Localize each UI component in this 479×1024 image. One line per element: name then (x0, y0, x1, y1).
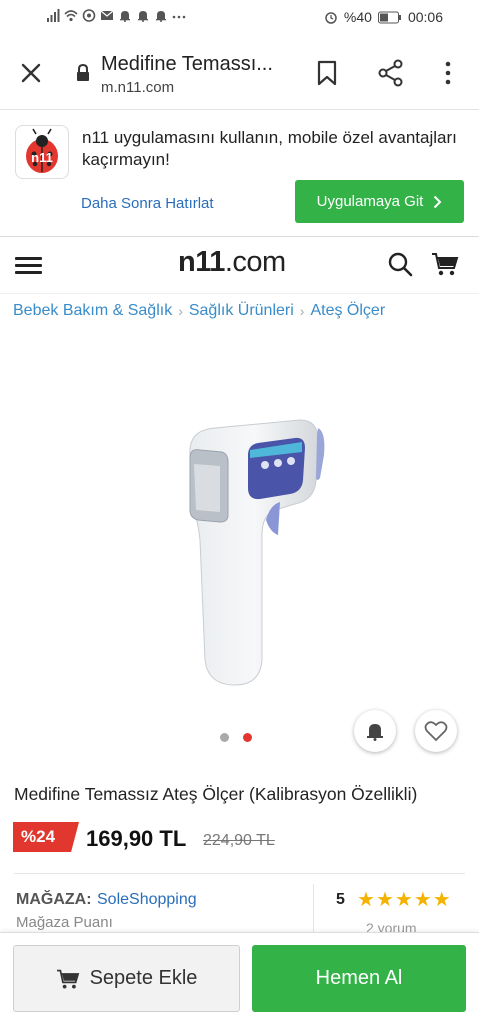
pagination-dot-active[interactable] (243, 733, 252, 742)
notification-bell-icon (138, 11, 148, 22)
more-dots-icon (172, 15, 186, 19)
bookmark-icon[interactable] (315, 60, 339, 86)
bell-icon (367, 724, 383, 741)
store-score-label: Mağaza Puanı (16, 914, 113, 931)
alarm-icon (325, 11, 337, 24)
chevron-right-icon (434, 195, 442, 208)
more-vertical-icon[interactable] (440, 59, 456, 87)
price: 169,90 TL (86, 826, 187, 851)
goto-app-label: Uygulamaya Git (316, 193, 424, 210)
cart-icon[interactable] (431, 251, 459, 277)
hamburger-icon[interactable] (15, 257, 42, 275)
site-header: n11.com (0, 238, 479, 294)
price-alarm-button[interactable] (354, 710, 396, 752)
svg-text:n11: n11 (31, 150, 53, 165)
pagination-dot[interactable] (220, 733, 229, 742)
product-title: Medifine Temassız Ateş Ölçer (Kalibrasyo… (14, 784, 418, 804)
banner-message: n11 uygulamasını kullanın, mobile özel a… (82, 128, 457, 169)
breadcrumb-item[interactable]: Bebek Bakım & Sağlık (13, 302, 172, 320)
lock-icon (77, 64, 89, 81)
store-name-link[interactable]: SoleShopping (97, 891, 197, 909)
divider (14, 873, 465, 874)
add-to-cart-button[interactable]: Sepete Ekle (13, 945, 240, 1012)
signal-icon (47, 9, 60, 22)
app-install-banner: n11 n11 uygulamasını kullanın, mobile öz… (0, 111, 479, 237)
product-image[interactable] (170, 400, 330, 700)
whatsapp-icon (82, 9, 96, 22)
favorite-button[interactable] (415, 710, 457, 752)
n11-app-logo: n11 (15, 125, 69, 179)
rating-stars[interactable]: ★ ★ ★ ★ ★ (357, 890, 451, 910)
remind-later-link[interactable]: Daha Sonra Hatırlat (81, 195, 214, 212)
store-label: MAĞAZA: (16, 891, 92, 908)
battery-icon (377, 11, 401, 23)
old-price: 224,90 TL (203, 832, 275, 849)
status-bar: %40 00:06 (0, 0, 479, 36)
goto-app-button[interactable]: Uygulamaya Git (295, 180, 464, 223)
url-domain[interactable]: m.n11.com (101, 79, 174, 96)
star-icon: ★ (357, 889, 375, 911)
mail-icon (100, 10, 114, 20)
buy-now-label: Hemen Al (315, 967, 403, 989)
discount-badge: %24 (13, 822, 79, 852)
wifi-icon (64, 10, 78, 22)
star-icon: ★ (413, 889, 432, 911)
close-icon[interactable] (18, 60, 44, 86)
breadcrumb-item[interactable]: Ateş Ölçer (310, 302, 385, 320)
star-icon: ★ (375, 889, 394, 911)
status-icons-right: %40 00:06 (324, 9, 443, 25)
search-icon[interactable] (387, 251, 413, 277)
cart-icon (56, 969, 79, 988)
chevron-right-icon: › (178, 303, 183, 319)
rating-value: 5 (336, 891, 345, 908)
image-pagination (220, 733, 252, 742)
clock: 00:06 (407, 9, 443, 25)
notification-bell-icon (156, 11, 166, 22)
page-title: Medifine Temassı... (101, 53, 273, 75)
star-icon: ★ (432, 889, 451, 911)
browser-toolbar: Medifine Temassı... m.n11.com (0, 36, 479, 110)
logo-com: .com (224, 246, 286, 278)
status-icons-left (46, 9, 186, 22)
breadcrumb-item[interactable]: Sağlık Ürünleri (189, 302, 294, 320)
logo-n11: n11 (178, 246, 225, 278)
add-to-cart-label: Sepete Ekle (89, 967, 198, 989)
share-icon[interactable] (378, 59, 404, 87)
notification-bell-icon (120, 11, 130, 22)
site-logo[interactable]: n11.com (178, 246, 286, 286)
star-icon: ★ (394, 889, 413, 911)
heart-icon (424, 721, 448, 742)
buy-now-button[interactable]: Hemen Al (252, 945, 466, 1012)
battery-percent: %40 (343, 9, 372, 25)
breadcrumb: Bebek Bakım & Sağlık › Sağlık Ürünleri ›… (13, 298, 385, 324)
bottom-action-bar: Sepete Ekle Hemen Al (0, 932, 479, 1024)
chevron-right-icon: › (299, 303, 305, 319)
